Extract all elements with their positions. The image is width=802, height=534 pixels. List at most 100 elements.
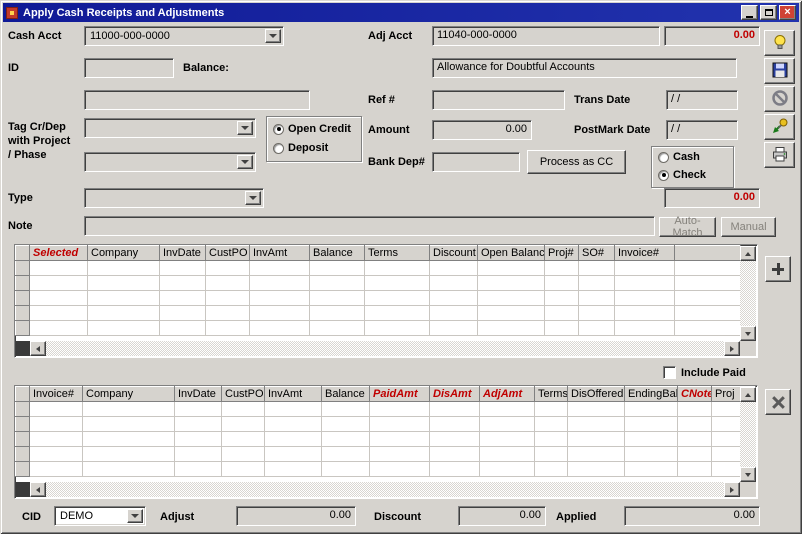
grid-cell[interactable] [430,321,478,336]
grid-cell[interactable] [430,432,480,447]
grid-cell[interactable] [478,291,545,306]
grid-cell[interactable] [88,321,160,336]
grid-cell[interactable] [265,402,322,417]
scroll-left-button[interactable] [30,341,46,356]
note-field[interactable] [84,216,655,236]
cid-combo[interactable]: DEMO [54,506,146,526]
grid-cell[interactable] [206,306,250,321]
grid-cell[interactable] [480,447,535,462]
grid-cell[interactable] [365,261,430,276]
grid-cell[interactable] [310,276,365,291]
check-option[interactable]: Check [658,169,706,181]
grid-cell[interactable] [480,417,535,432]
grid-cell[interactable] [30,321,88,336]
grid-cell[interactable] [579,261,615,276]
add-row-button[interactable] [765,256,791,282]
grid-cell[interactable] [478,261,545,276]
grid-cell[interactable] [30,402,83,417]
row-selector-cell[interactable] [16,432,30,447]
grid-row[interactable] [16,321,741,336]
grid-cell[interactable] [310,291,365,306]
titlebar[interactable]: Apply Cash Receipts and Adjustments × [3,3,799,22]
grid-row[interactable] [16,276,741,291]
remove-row-button[interactable] [765,389,791,415]
scroll-down-button[interactable] [740,326,756,341]
grid-cell[interactable] [322,417,370,432]
grid-cell[interactable] [545,291,579,306]
grid-cell[interactable] [370,417,430,432]
grid-cell[interactable] [625,417,678,432]
grid-row[interactable] [16,402,756,417]
cancel-button[interactable] [764,86,795,112]
grid2-horizontal-scrollbar[interactable] [30,482,740,497]
grid-cell[interactable] [625,402,678,417]
grid-cell[interactable] [545,276,579,291]
grid-cell[interactable] [625,447,678,462]
save-button[interactable] [764,58,795,84]
grid-cell[interactable] [206,291,250,306]
grid-cell[interactable] [265,417,322,432]
grid2-vertical-scrollbar[interactable] [740,387,756,482]
row-selector-cell[interactable] [16,402,30,417]
grid-cell[interactable] [568,417,625,432]
close-button[interactable]: × [779,5,796,20]
grid-cell[interactable] [535,432,568,447]
grid-cell[interactable] [615,276,675,291]
grid-cell[interactable] [365,276,430,291]
grid-cell[interactable] [365,321,430,336]
grid-cell[interactable] [175,402,222,417]
grid-cell[interactable] [250,321,310,336]
row-selector-cell[interactable] [16,462,30,477]
trans-date-field[interactable]: / / [666,90,738,110]
type-dropdown-button[interactable] [245,191,261,205]
grid-cell[interactable] [615,261,675,276]
deposit-option[interactable]: Deposit [273,142,328,154]
bank-dep-field[interactable] [432,152,520,172]
grid-cell[interactable] [678,402,712,417]
grid-cell[interactable] [310,321,365,336]
grid-cell[interactable] [30,261,88,276]
grid-cell[interactable] [222,462,265,477]
scroll-right-button[interactable] [724,341,740,356]
cash-radio[interactable] [658,152,669,163]
grid-cell[interactable] [30,276,88,291]
tag-project-combo[interactable] [84,118,256,138]
row-selector-cell[interactable] [16,417,30,432]
grid-cell[interactable] [535,462,568,477]
tag-phase-dropdown-button[interactable] [237,155,253,169]
grid-cell[interactable] [175,417,222,432]
grid-cell[interactable] [160,261,206,276]
grid-cell[interactable] [265,432,322,447]
grid-cell[interactable] [88,261,160,276]
maximize-button[interactable] [760,5,777,20]
adj-acct-field[interactable]: 11040-000-0000 [432,26,660,46]
grid-cell[interactable] [222,432,265,447]
grid-cell[interactable] [83,432,175,447]
help-button[interactable] [764,30,795,56]
grid-cell[interactable] [250,261,310,276]
grid-cell[interactable] [322,462,370,477]
row-selector-cell[interactable] [16,291,30,306]
postmark-date-field[interactable]: / / [666,120,738,140]
scroll-right-button[interactable] [724,482,740,497]
grid-cell[interactable] [615,306,675,321]
tag-phase-combo[interactable] [84,152,256,172]
grid-cell[interactable] [678,462,712,477]
grid-cell[interactable] [535,402,568,417]
grid1-horizontal-scrollbar[interactable] [30,341,740,356]
manual-button[interactable]: Manual [721,217,776,237]
grid-cell[interactable] [250,291,310,306]
scroll-up-button[interactable] [740,387,756,402]
amount-field[interactable]: 0.00 [432,120,532,140]
row-selector-cell[interactable] [16,261,30,276]
grid-cell[interactable] [206,261,250,276]
grid-cell[interactable] [175,432,222,447]
grid-cell[interactable] [30,462,83,477]
grid-cell[interactable] [250,276,310,291]
grid-cell[interactable] [480,402,535,417]
grid-cell[interactable] [265,447,322,462]
grid-cell[interactable] [678,447,712,462]
auto-match-button[interactable]: Auto-Match [659,217,716,237]
grid-row[interactable] [16,291,741,306]
minimize-button[interactable] [741,5,758,20]
